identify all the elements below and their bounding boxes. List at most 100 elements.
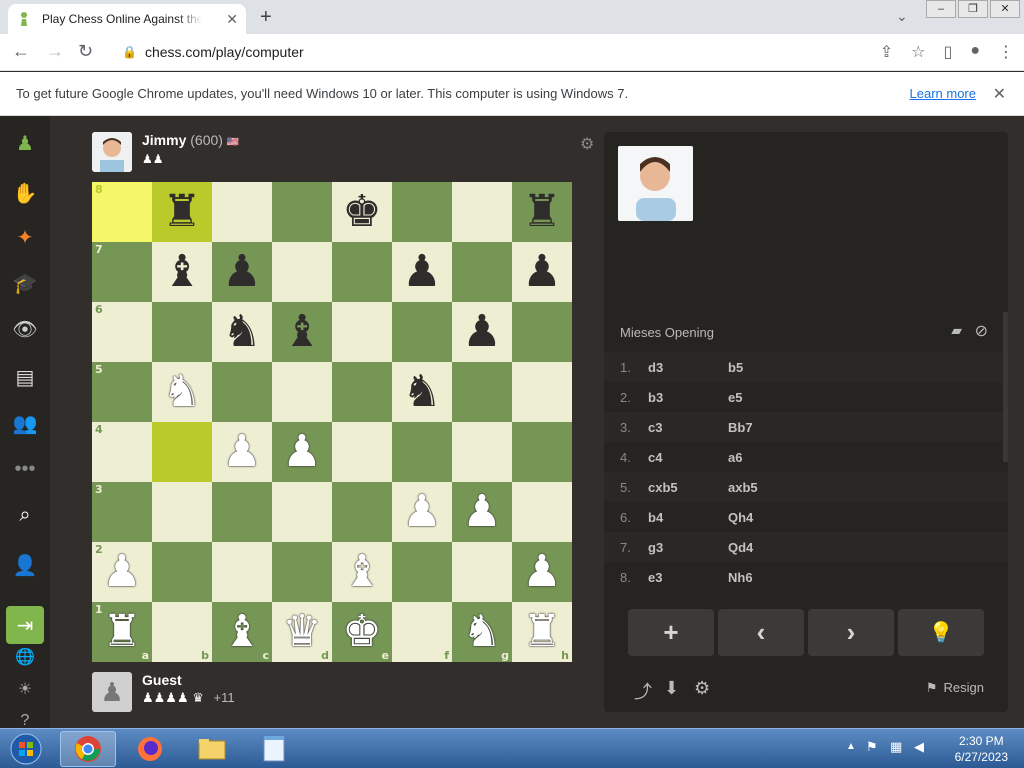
reload-icon[interactable]: ↻ [78, 41, 93, 62]
square-a8[interactable]: 8 [92, 182, 152, 242]
black-king-piece[interactable]: ♚ [342, 190, 381, 234]
square-a1[interactable]: 1 a ♜ [92, 602, 152, 662]
square-d2[interactable] [272, 542, 332, 602]
square-b7[interactable]: ♝ [152, 242, 212, 302]
square-h8[interactable]: ♜ [512, 182, 572, 242]
forward-icon[interactable]: → [46, 41, 64, 62]
white-pawn-piece[interactable]: ♟ [522, 550, 561, 594]
square-f1[interactable]: f [392, 602, 452, 662]
square-d7[interactable] [272, 242, 332, 302]
white-move[interactable]: d3 [648, 360, 728, 375]
black-pawn-piece[interactable]: ♟ [522, 250, 561, 294]
notepad-taskbar-icon[interactable] [246, 731, 302, 767]
new-tab-button[interactable]: + [260, 6, 272, 29]
white-pawn-piece[interactable]: ♟ [402, 490, 441, 534]
square-e6[interactable] [332, 302, 392, 362]
black-move[interactable]: b5 [728, 360, 808, 375]
square-h2[interactable]: ♟ [512, 542, 572, 602]
square-a2[interactable]: 2 ♟ [92, 542, 152, 602]
black-pawn-piece[interactable]: ♟ [462, 310, 501, 354]
square-e2[interactable]: ♝ [332, 542, 392, 602]
network-icon[interactable]: ▦ [890, 739, 902, 755]
opponent-avatar[interactable] [92, 132, 132, 172]
square-c5[interactable] [212, 362, 272, 422]
black-move[interactable]: Nh6 [728, 570, 808, 585]
black-bishop-piece[interactable]: ♝ [162, 250, 201, 294]
black-rook-piece[interactable]: ♜ [162, 190, 201, 234]
black-move[interactable]: Qh4 [728, 510, 808, 525]
add-friend-icon[interactable]: 👤 [10, 550, 40, 580]
black-knight-piece[interactable]: ♞ [222, 310, 261, 354]
square-c3[interactable] [212, 482, 272, 542]
square-f6[interactable] [392, 302, 452, 362]
menu-icon[interactable]: ⋮ [998, 42, 1014, 62]
share-game-icon[interactable]: ⤴ [634, 678, 652, 704]
firefox-taskbar-icon[interactable] [122, 731, 178, 767]
infobar-close-icon[interactable]: ✕ [993, 84, 1006, 104]
close-window-button[interactable]: ✕ [990, 0, 1020, 18]
black-move[interactable]: Bb7 [728, 420, 808, 435]
black-move[interactable]: e5 [728, 390, 808, 405]
black-pawn-piece[interactable]: ♟ [402, 250, 441, 294]
square-f4[interactable] [392, 422, 452, 482]
white-move[interactable]: c4 [648, 450, 728, 465]
white-knight-piece[interactable]: ♞ [462, 610, 501, 654]
square-g5[interactable] [452, 362, 512, 422]
square-g8[interactable] [452, 182, 512, 242]
chess-logo-icon[interactable]: ♟ [10, 128, 40, 158]
white-move[interactable]: e3 [648, 570, 728, 585]
square-a4[interactable]: 4 [92, 422, 152, 482]
resign-button[interactable]: ⚑ Resign [926, 680, 984, 696]
share-icon[interactable]: ⇪ [880, 42, 893, 62]
language-icon[interactable]: 🌐 [10, 642, 40, 672]
system-clock[interactable]: 2:30 PM 6/27/2023 [955, 733, 1008, 765]
address-bar[interactable]: 🔒 chess.com/play/computer [110, 38, 920, 66]
square-h4[interactable] [512, 422, 572, 482]
square-f7[interactable]: ♟ [392, 242, 452, 302]
action-center-icon[interactable]: ⚑ [866, 739, 878, 755]
white-king-piece[interactable]: ♚ [342, 610, 381, 654]
move-list-scrollbar[interactable] [1003, 312, 1008, 462]
white-move[interactable]: b3 [648, 390, 728, 405]
white-pawn-piece[interactable]: ♟ [102, 550, 141, 594]
square-b5[interactable]: ♞ [152, 362, 212, 422]
white-rook-piece[interactable]: ♜ [522, 610, 561, 654]
search-icon[interactable]: ⌕ [10, 500, 40, 530]
white-rook-piece[interactable]: ♜ [102, 610, 141, 654]
square-b4[interactable] [152, 422, 212, 482]
square-h5[interactable] [512, 362, 572, 422]
square-e7[interactable] [332, 242, 392, 302]
white-pawn-piece[interactable]: ♟ [282, 430, 321, 474]
square-a6[interactable]: 6 [92, 302, 152, 362]
square-h1[interactable]: h ♜ [512, 602, 572, 662]
square-g6[interactable]: ♟ [452, 302, 512, 362]
white-knight-piece[interactable]: ♞ [162, 370, 201, 414]
square-d6[interactable]: ♝ [272, 302, 332, 362]
side-panel-icon[interactable]: ▯ [944, 42, 953, 62]
white-move[interactable]: b4 [648, 510, 728, 525]
browser-tab[interactable]: Play Chess Online Against the Computer ✕ [8, 4, 246, 34]
bookmark-star-icon[interactable]: ☆ [911, 42, 925, 62]
explorer-taskbar-icon[interactable] [184, 731, 240, 767]
start-button[interactable] [4, 731, 48, 767]
square-f3[interactable]: ♟ [392, 482, 452, 542]
square-a3[interactable]: 3 [92, 482, 152, 542]
new-game-button[interactable]: + [628, 609, 714, 656]
download-icon[interactable]: ⬇ [664, 678, 679, 699]
tab-close-icon[interactable]: ✕ [226, 11, 238, 28]
white-pawn-piece[interactable]: ♟ [462, 490, 501, 534]
minimize-button[interactable]: – [926, 0, 956, 18]
news-icon[interactable]: ▤ [10, 362, 40, 392]
square-e5[interactable] [332, 362, 392, 422]
black-bishop-piece[interactable]: ♝ [282, 310, 321, 354]
square-g7[interactable] [452, 242, 512, 302]
square-c6[interactable]: ♞ [212, 302, 272, 362]
square-g3[interactable]: ♟ [452, 482, 512, 542]
square-a5[interactable]: 5 [92, 362, 152, 422]
previous-move-button[interactable]: ‹ [718, 609, 804, 656]
show-hidden-icons[interactable]: ▲ [846, 741, 856, 752]
chess-board[interactable]: 8 ♜ ♚ ♜ 7 ♝ ♟ ♟ ♟ 6 ♞ ♝ ♟ 5 ♞ ♞ 4 ♟ ♟ 3 ♟ ♟ 2 ♟ ♝ ♟ 1 a ♜ b c ♝ d ♛ e ♚ f g ♞ h… [92, 182, 572, 662]
square-e8[interactable]: ♚ [332, 182, 392, 242]
profile-icon[interactable]: ● [970, 42, 980, 62]
tab-search-icon[interactable]: ⌄ [896, 8, 908, 25]
